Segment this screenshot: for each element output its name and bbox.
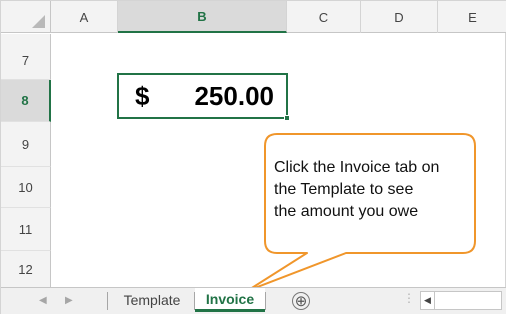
- spreadsheet-grid: A B C D E 7 8 9 10 11 12 $ 250.00 Click …: [0, 0, 506, 314]
- sheet-tab-bar: ◀ ▶ Template Invoice ⊕ ⋮ ◀: [1, 287, 506, 314]
- tab-template[interactable]: Template: [112, 288, 192, 312]
- scroll-tabs-right-icon[interactable]: ▶: [65, 288, 73, 312]
- scroll-left-arrow-icon[interactable]: ◀: [421, 292, 435, 309]
- callout-text: Click the Invoice tab on the Template to…: [274, 157, 474, 223]
- tab-invoice[interactable]: Invoice: [195, 288, 265, 312]
- horizontal-scrollbar[interactable]: ◀: [420, 291, 502, 310]
- scroll-tabs-left-icon[interactable]: ◀: [39, 288, 47, 312]
- callout-line-2: the Template to see: [274, 181, 414, 198]
- tab-divider: [265, 292, 266, 310]
- callout-line-3: the amount you owe: [274, 203, 419, 220]
- splitter-grip-icon[interactable]: ⋮: [403, 291, 415, 305]
- add-sheet-icon[interactable]: ⊕: [292, 292, 310, 310]
- tab-divider: [107, 292, 108, 310]
- callout-line-1: Click the Invoice tab on: [274, 159, 440, 176]
